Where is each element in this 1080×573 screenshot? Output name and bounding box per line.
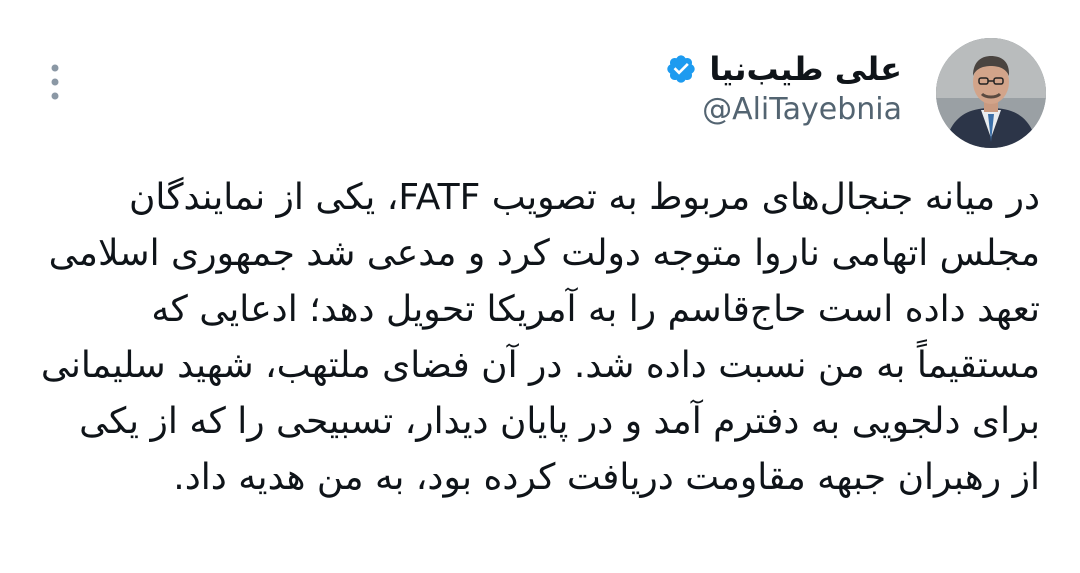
tweet-text-line: از رهبران جبهه مقاومت دریافت کرده بود، ب…: [173, 457, 1040, 498]
verified-badge-icon: [665, 53, 697, 85]
tweet-text: در میانه جنجال‌های مربوط به تصویب FATF، …: [30, 170, 1040, 506]
tweet-text-line: مجلس اتهامی ناروا متوجه دولت کرد و مدعی …: [48, 233, 1040, 274]
tweet-text-line: برای دلجویی به دفترم آمد و در پایان دیدا…: [79, 401, 1040, 442]
avatar-photo: [936, 38, 1046, 148]
avatar[interactable]: [936, 38, 1046, 148]
author-display-name[interactable]: علی طیب‌نیا: [709, 50, 902, 88]
more-vertical-icon[interactable]: [44, 62, 66, 102]
tweet-card: علی طیب‌نیا @AliTayebnia در میانه جنجال‌…: [0, 0, 1080, 573]
tweet-text-line: در میانه جنجال‌های مربوط به تصویب FATF، …: [128, 177, 1040, 218]
tweet-text-line: مستقیماً به من نسبت داده شد. در آن فضای …: [40, 345, 1040, 386]
tweet-text-line: تعهد داده است حاج‌قاسم را به آمریکا تحوی…: [151, 289, 1040, 330]
author-name-row: علی طیب‌نیا: [665, 44, 902, 94]
author-handle[interactable]: @AliTayebnia: [702, 92, 902, 127]
